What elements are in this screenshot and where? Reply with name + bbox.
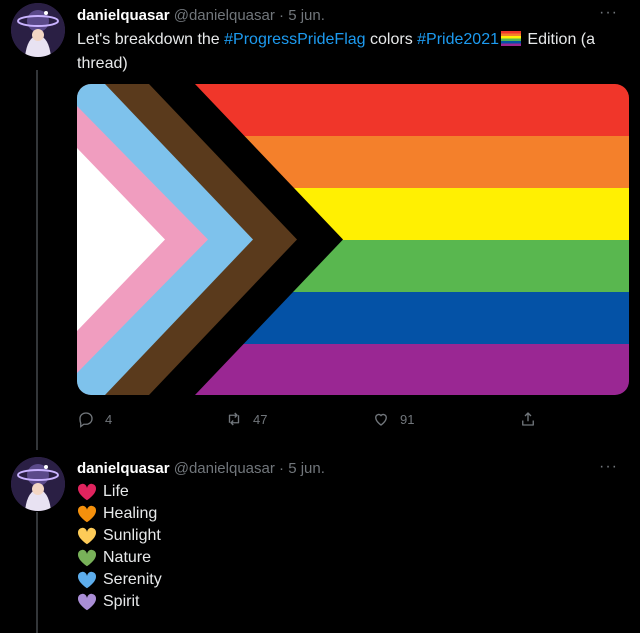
user-handle[interactable]: @danielquasar <box>174 7 275 24</box>
heart-icon <box>375 413 387 426</box>
progress-pride-flag-image <box>77 84 629 395</box>
tweet-actions: 4 47 91 <box>77 410 607 432</box>
retweet-button[interactable]: 47 <box>225 410 267 428</box>
tweet-date[interactable]: 5 jun. <box>288 7 325 24</box>
tweet-header: danielquasar @danielquasar · 5 jun. <box>77 6 325 26</box>
tweet-header: danielquasar @danielquasar · 5 jun. <box>77 459 325 479</box>
like-count: 91 <box>400 411 415 427</box>
like-button[interactable]: 91 <box>372 410 414 428</box>
thread-connector-line <box>36 70 38 450</box>
tweet-image-progress-pride-flag[interactable] <box>77 84 629 395</box>
reply-button[interactable]: 4 <box>77 410 112 428</box>
more-options-button[interactable]: ··· <box>599 4 618 22</box>
separator: · <box>279 460 285 477</box>
retweet-icon <box>228 412 240 426</box>
avatar[interactable] <box>11 457 65 511</box>
green-heart-icon <box>77 549 97 567</box>
heart-label: Sunlight <box>103 527 161 544</box>
heart-label: Nature <box>103 549 152 566</box>
tweet-date[interactable]: 5 jun. <box>288 460 325 477</box>
share-button[interactable] <box>519 410 537 428</box>
rainbow-flag-emoji <box>500 31 521 53</box>
list-item: Life <box>77 481 162 503</box>
list-item: Nature <box>77 547 162 569</box>
reply-count: 4 <box>105 411 113 427</box>
heart-label: Life <box>103 483 129 500</box>
blue-heart-icon <box>77 571 97 589</box>
orange-heart-icon <box>77 505 97 523</box>
purple-heart-icon <box>77 593 97 611</box>
list-item: Serenity <box>77 569 162 591</box>
display-name[interactable]: danielquasar <box>77 7 170 24</box>
list-item: Sunlight <box>77 525 162 547</box>
separator: · <box>279 7 285 24</box>
tweet-text: Let's breakdown the #ProgressPrideFlag c… <box>77 29 607 75</box>
red-heart-icon <box>77 483 97 501</box>
avatar-image <box>11 3 65 57</box>
list-item: Healing <box>77 503 162 525</box>
share-icon <box>522 412 534 426</box>
retweet-count: 47 <box>253 411 268 427</box>
hashtag-pride-2021[interactable]: #Pride2021 <box>417 31 499 48</box>
reply-icon <box>79 412 93 428</box>
heart-label: Serenity <box>103 571 162 588</box>
user-handle[interactable]: @danielquasar <box>174 460 275 477</box>
more-options-button[interactable]: ··· <box>599 458 618 476</box>
hashtag-progress-pride-flag[interactable]: #ProgressPrideFlag <box>224 31 365 48</box>
text-segment: colors <box>365 31 418 48</box>
avatar-image <box>11 457 65 511</box>
tweet-text: Life Healing Sunlight Nature Serenity Sp… <box>77 481 162 613</box>
text-segment: Let's breakdown the <box>77 31 225 48</box>
yellow-heart-icon <box>77 527 97 545</box>
list-item: Spirit <box>77 591 162 613</box>
thread-connector-line-lower <box>36 512 38 633</box>
heart-label: Healing <box>103 505 158 522</box>
display-name[interactable]: danielquasar <box>77 460 170 477</box>
avatar[interactable] <box>11 3 65 57</box>
heart-label: Spirit <box>103 593 140 610</box>
